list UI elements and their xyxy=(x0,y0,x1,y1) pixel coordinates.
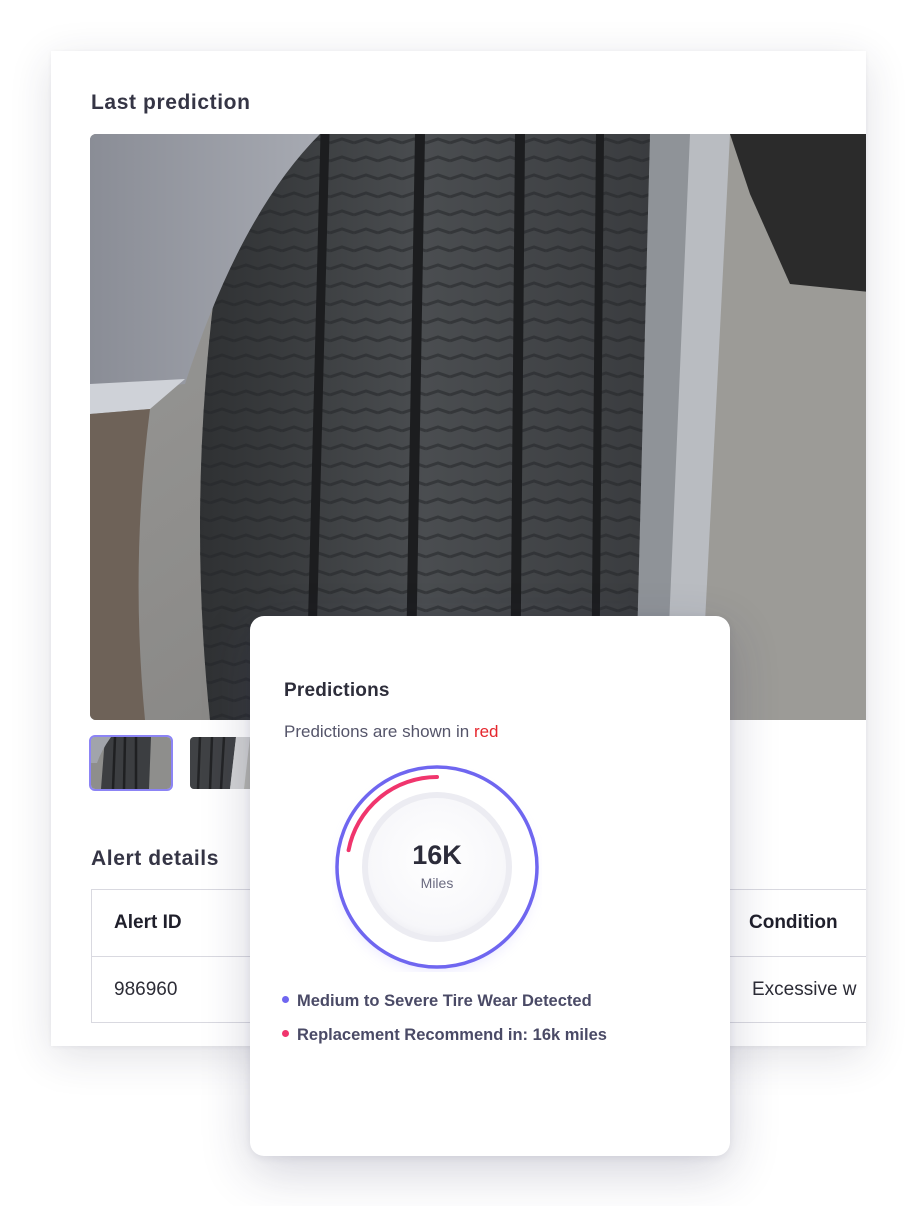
column-header-condition: Condition xyxy=(749,912,838,933)
gauge-unit: Miles xyxy=(420,875,454,891)
finding-wear-text: Medium to Severe Tire Wear Detected xyxy=(297,992,592,1010)
thumbnail-1[interactable] xyxy=(89,735,173,791)
finding-replacement-text: Replacement Recommend in: 16k miles xyxy=(297,1026,607,1044)
alert-details-title: Alert details xyxy=(91,847,220,870)
predictions-card: Predictions Predictions are shown in red… xyxy=(250,616,730,1156)
tire-thumbnail-icon xyxy=(91,737,171,789)
column-header-alert-id: Alert ID xyxy=(114,912,182,933)
gauge-value: 16K xyxy=(412,840,462,870)
predictions-subtitle: Predictions are shown in red xyxy=(284,722,499,742)
finding-replacement: Replacement Recommend in: 16k miles xyxy=(282,1026,607,1045)
last-prediction-title: Last prediction xyxy=(91,91,251,114)
finding-wear: Medium to Severe Tire Wear Detected xyxy=(282,992,592,1011)
condition-value: Excessive w xyxy=(752,979,857,1000)
predictions-title: Predictions xyxy=(284,680,390,701)
alert-id-value: 986960 xyxy=(114,979,178,1000)
purple-dot-icon xyxy=(282,996,289,1004)
mileage-gauge: 16K Miles xyxy=(332,762,542,972)
subtitle-highlight: red xyxy=(473,722,499,741)
red-dot-icon xyxy=(282,1030,289,1038)
subtitle-text: Predictions are shown in xyxy=(284,722,474,741)
